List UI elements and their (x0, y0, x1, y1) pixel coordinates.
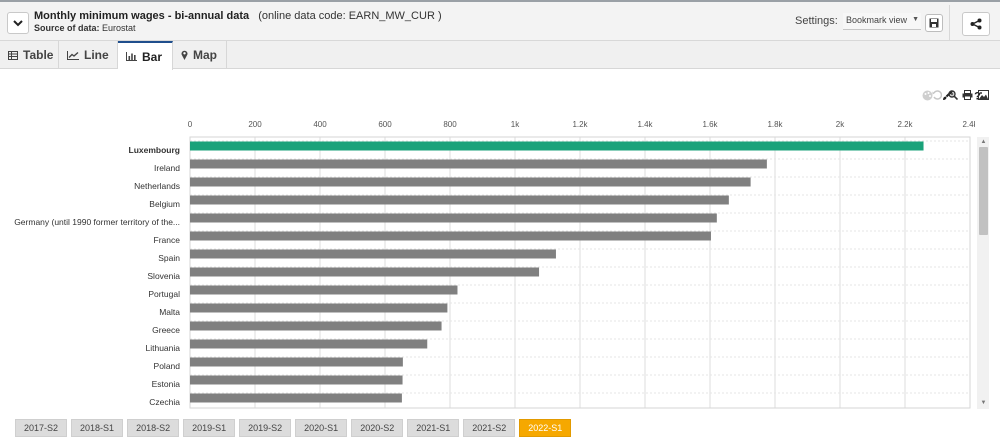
period-2022-S1[interactable]: 2022-S1 (519, 419, 572, 437)
source-value: Eurostat (102, 23, 136, 33)
tab-table[interactable]: Table (0, 41, 59, 69)
period-2021-S1[interactable]: 2021-S1 (407, 419, 460, 437)
period-selector: 2017-S2 2018-S1 2018-S2 2019-S1 2019-S2 … (15, 419, 572, 437)
undo-button[interactable] (930, 88, 943, 101)
x-tick-label: 600 (378, 120, 392, 129)
save-icon (929, 18, 939, 28)
category-label: Belgium (149, 199, 180, 209)
x-tick-label: 1.4k (637, 120, 653, 129)
dataset-title: Monthly minimum wages - bi-annual data (34, 10, 250, 22)
period-2018-S1[interactable]: 2018-S1 (71, 419, 124, 437)
tab-line[interactable]: Line (59, 41, 118, 69)
period-2017-S2[interactable]: 2017-S2 (15, 419, 68, 437)
tab-label: Table (23, 48, 54, 62)
bar (190, 339, 428, 349)
divider (949, 5, 950, 40)
image-export-button[interactable] (977, 88, 990, 101)
period-2019-S1[interactable]: 2019-S1 (183, 419, 236, 437)
category-label: Czechia (149, 397, 180, 407)
category-label: Lithuania (145, 343, 180, 353)
x-tick-label: 2k (836, 120, 845, 129)
bar (190, 231, 711, 241)
scroll-down-icon[interactable]: ▼ (979, 399, 988, 407)
dataset-code: (online data code: EARN_MW_CUR ) (258, 10, 442, 22)
zoom-button[interactable] (946, 88, 959, 101)
x-tick-label: 1.8k (767, 120, 783, 129)
category-label: Malta (159, 307, 180, 317)
bar (190, 321, 442, 331)
bar-chart: 0 200 400 600 800 1k 1.2k 1.4k 1.6k 1.8k 2k 2.2k 2.4… (14, 120, 975, 409)
bar (190, 249, 556, 259)
category-label: Spain (158, 253, 180, 263)
x-tick-label: 400 (313, 120, 327, 129)
category-label: Ireland (154, 163, 180, 173)
period-2020-S1[interactable]: 2020-S1 (295, 419, 348, 437)
tab-label: Map (193, 48, 217, 62)
tab-bar[interactable]: Bar (118, 41, 173, 70)
save-button[interactable] (925, 14, 943, 32)
x-tick-label: 2.4k (962, 120, 975, 129)
zoom-icon (947, 89, 958, 100)
period-2018-S2[interactable]: 2018-S2 (127, 419, 180, 437)
image-export-icon (978, 89, 989, 100)
category-label: Luxembourg (129, 145, 180, 155)
period-2019-S2[interactable]: 2019-S2 (239, 419, 292, 437)
source-line: Source of data: Eurostat (34, 23, 136, 33)
chevron-down-icon (13, 19, 23, 26)
bar (190, 267, 540, 277)
category-label: Portugal (148, 289, 180, 299)
dataset-title-line: Monthly minimum wages - bi-annual data (… (34, 10, 442, 22)
category-label: Estonia (152, 379, 181, 389)
x-tick-label: 800 (443, 120, 457, 129)
bar (190, 195, 729, 205)
view-select-value: Bookmark view (846, 15, 908, 25)
x-tick-label: 1k (511, 120, 520, 129)
tab-label: Line (84, 48, 109, 62)
x-tick-label: 2.2k (897, 120, 913, 129)
table-icon (8, 50, 18, 60)
print-button[interactable] (961, 88, 974, 101)
category-label: Slovenia (147, 271, 180, 281)
share-button[interactable] (962, 12, 990, 36)
category-label: Netherlands (134, 181, 180, 191)
collapse-button[interactable] (7, 12, 29, 34)
bar (190, 141, 924, 151)
category-label: France (154, 235, 181, 245)
caret-down-icon: ▼ (912, 16, 919, 23)
bar (190, 177, 751, 187)
period-2020-S2[interactable]: 2020-S2 (351, 419, 404, 437)
bar (190, 357, 403, 367)
category-label: Poland (154, 361, 181, 371)
x-tick-label: 0 (188, 120, 193, 129)
undo-icon (932, 89, 942, 100)
category-label: Germany (until 1990 former territory of … (14, 217, 180, 227)
bar (190, 213, 717, 223)
share-icon (970, 18, 982, 30)
source-label: Source of data: (34, 23, 100, 33)
x-tick-label: 1.2k (572, 120, 588, 129)
tab-map[interactable]: Map (173, 41, 227, 69)
bar (190, 393, 402, 403)
x-tick-label: 200 (248, 120, 262, 129)
view-tabbar: Table Line Bar Map ? (0, 41, 1000, 101)
bar (190, 375, 403, 385)
bar (190, 159, 767, 169)
bar (190, 303, 448, 313)
tab-label: Bar (142, 49, 163, 64)
scroll-up-icon[interactable]: ▲ (979, 138, 988, 146)
line-chart-icon (67, 50, 79, 60)
period-2021-S2[interactable]: 2021-S2 (463, 419, 516, 437)
bar-chart-icon (126, 52, 137, 61)
chart-scrollbar-thumb[interactable] (979, 147, 988, 235)
x-tick-label: 1.6k (702, 120, 718, 129)
settings-label: Settings: (795, 15, 838, 27)
view-select[interactable]: Bookmark view ▼ (843, 13, 921, 30)
print-icon (962, 89, 973, 100)
bar (190, 285, 458, 295)
map-marker-icon (181, 50, 188, 60)
category-label: Greece (152, 325, 180, 335)
header-bar: Monthly minimum wages - bi-annual data (… (0, 0, 1000, 41)
